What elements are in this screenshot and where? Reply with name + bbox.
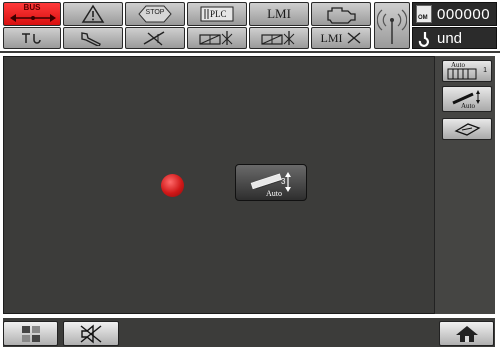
menu-grid-button[interactable] [3,321,58,346]
outrigger-button-2[interactable] [249,27,309,49]
outrigger-icon [199,31,233,45]
t-hook-icon [22,33,41,44]
plc-label: PLC [210,9,227,19]
counter-display: OM 000000 [412,2,497,26]
hook-icon [418,32,429,47]
engine-icon [327,7,356,24]
side-panel: Auto 1 Auto [434,56,495,314]
grid-icon [21,325,40,342]
om-icon: OM [416,5,432,23]
auto-boom-button[interactable]: 3 Auto [235,164,307,201]
wrench-button[interactable] [63,27,123,49]
auto-boom-label: Auto [266,189,282,198]
auto-boom-side-button[interactable]: Auto [442,86,492,112]
main-panel: 3 Auto [3,56,495,314]
slew-button[interactable] [442,118,492,140]
auto-outrigger-button[interactable]: Auto 1 [442,60,492,82]
lmi-bypass-button[interactable]: LMI [311,27,371,49]
hook-status-display: und [412,27,497,49]
bus-label: BUS [23,3,41,12]
auto-boom-side-label: Auto [461,102,475,110]
plc-button[interactable]: PLC [187,2,247,26]
auto-outrigger-sublabel: 1 [483,67,487,74]
mute-button[interactable] [63,321,119,346]
svg-text:3: 3 [281,177,286,186]
boom-off-icon [143,31,165,46]
header-divider [0,51,500,53]
warning-icon [81,4,105,23]
mute-icon [80,324,102,343]
lmi-button[interactable]: LMI [249,2,309,26]
hook-status-text: und [437,30,463,47]
bus-arrow-icon [10,14,56,22]
outrigger-auto-icon [447,68,477,80]
home-button[interactable] [439,321,494,346]
lmi-label: LMI [267,6,291,21]
home-icon [455,325,478,342]
t-hook-button[interactable] [3,27,61,49]
close-icon [347,32,360,44]
outrigger-cross-icon [261,31,295,45]
om-label: OM [418,15,428,21]
engine-button[interactable] [311,2,371,26]
footer-bar [3,318,495,347]
stop-label: STOP [145,9,165,16]
outrigger-button-1[interactable] [187,27,247,49]
bus-button[interactable]: BUS [3,2,61,26]
lmi-bypass-label: LMI [320,30,343,45]
counter-value: 000000 [437,6,491,23]
status-dot [161,174,184,197]
wrench-icon [81,32,101,46]
slew-area-icon [454,123,481,136]
signal-button[interactable] [374,2,410,49]
boom-disable-button[interactable] [125,27,185,49]
warning-button[interactable] [63,2,123,26]
antenna-icon [377,9,407,44]
stop-button[interactable]: STOP [125,2,185,26]
